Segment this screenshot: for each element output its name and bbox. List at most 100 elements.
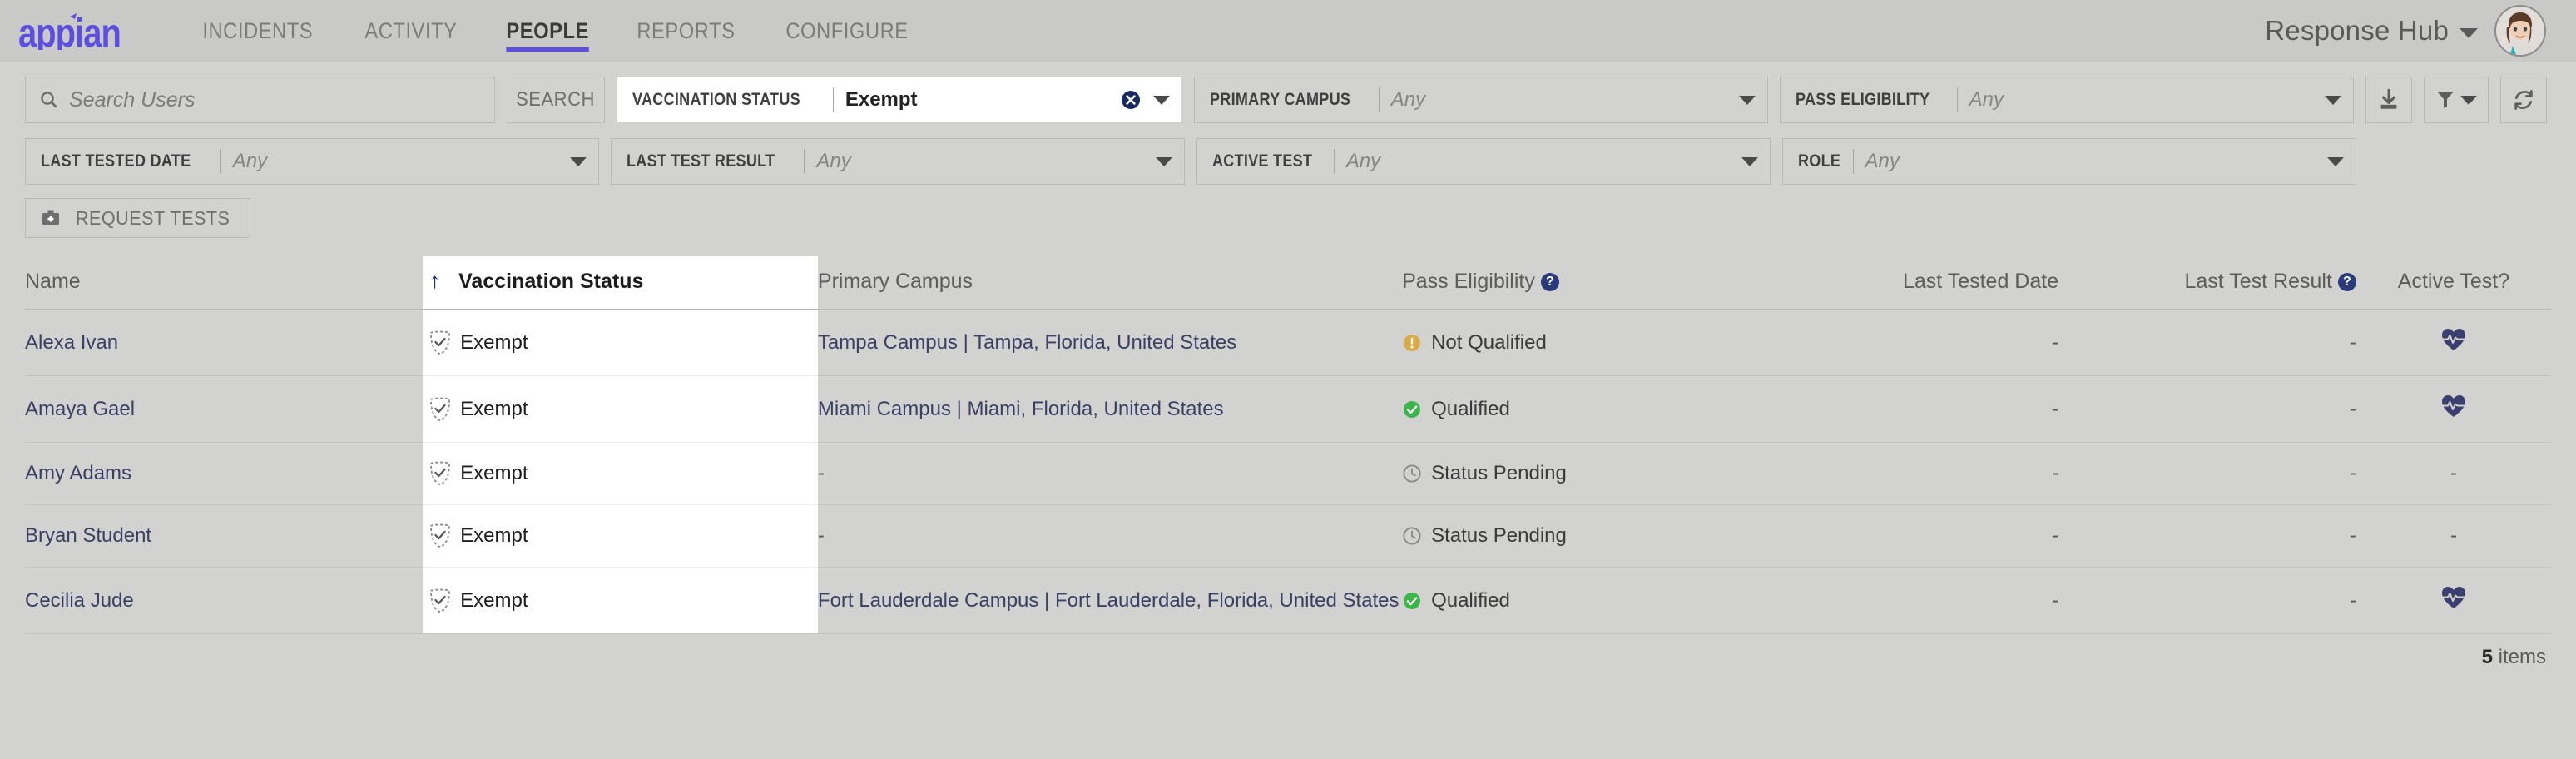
item-count-number: 5 [2481,646,2493,668]
heart-pulse-icon [2440,395,2467,417]
cell-last-test-result: - [2058,567,2356,634]
cell-name[interactable]: Bryan Student [25,504,424,568]
cell-name[interactable]: Amy Adams [25,442,424,505]
cell-primary-campus[interactable]: Tampa Campus | Tampa, Florida, United St… [817,309,1403,376]
vaccination-status-label: Exempt [460,397,528,420]
cell-pass-eligibility: Not Qualified [1402,309,1720,376]
cell-last-test-result: - [2058,442,2356,505]
filter-last-test-result[interactable]: LAST TEST RESULT Any [611,138,1185,185]
nav-item-people[interactable]: PEOPLE [490,0,605,62]
search-button[interactable]: SEARCH [507,77,605,123]
item-count-label: items [2498,646,2546,668]
shield-check-dashed-icon [430,523,451,548]
appian-logo[interactable]: appian [18,9,151,52]
filter-label: LAST TEST RESULT [627,151,775,171]
filter-last-tested-date[interactable]: LAST TESTED DATE Any [25,138,599,185]
chevron-down-icon[interactable] [2327,156,2344,166]
vaccination-status-label: Exempt [460,524,528,547]
export-button[interactable] [2365,77,2412,123]
filter-value: Any [1390,88,1426,111]
clear-filter-icon[interactable] [1120,89,1142,111]
filter-pass-eligibility[interactable]: PASS ELIGIBILITY Any [1780,77,2354,123]
cell-last-test-result: - [2058,375,2356,443]
chevron-down-icon[interactable] [1739,95,1756,105]
table-row: Alexa Ivan Exempt Tampa Campus | Tampa, … [25,309,2551,376]
avatar[interactable] [2494,5,2546,57]
cell-name[interactable]: Alexa Ivan [25,309,424,376]
cell-primary-campus[interactable]: Miami Campus | Miami, Florida, United St… [817,375,1403,443]
nav-item-incidents[interactable]: INCIDENTS [186,0,329,62]
actions-row: REQUEST TESTS [25,198,2551,238]
top-navigation-bar: appian INCIDENTS ACTIVITY PEOPLE REPORTS… [0,0,2576,62]
cell-primary-campus: - [817,442,1403,505]
vaccination-status-label: Exempt [460,330,528,354]
filter-value: Any [232,150,268,172]
hub-name-label: Response Hub [2265,15,2449,46]
cell-last-test-result: - [2058,504,2356,568]
column-header-last-tested-date[interactable]: Last Tested Date [1719,256,2058,310]
search-input[interactable]: Search Users [25,77,495,123]
cell-last-test-result: - [2058,309,2356,376]
nav-item-configure[interactable]: CONFIGURE [770,0,924,62]
vaccination-status-label: Exempt [460,462,528,484]
chevron-down-icon[interactable] [1156,156,1172,166]
filter-value: Any [1865,150,1900,172]
nav-item-activity[interactable]: ACTIVITY [349,0,473,62]
filter-value: Any [1345,150,1381,172]
filter-label: LAST TESTED DATE [41,151,191,171]
warning-icon [1404,334,1421,351]
column-header-name[interactable]: Name [25,256,423,310]
column-header-primary-campus[interactable]: Primary Campus [818,256,1402,310]
chevron-down-icon[interactable] [2325,95,2341,105]
chevron-down-icon[interactable] [1741,156,1758,166]
download-icon [2380,88,2397,109]
table-body: Alexa Ivan Exempt Tampa Campus | Tampa, … [25,309,2551,634]
main-nav: INCIDENTS ACTIVITY PEOPLE REPORTS CONFIG… [186,0,945,62]
nav-item-reports[interactable]: REPORTS [621,0,751,62]
people-table: Name ↑ Vaccination Status Primary Campus … [25,256,2551,634]
search-placeholder: Search Users [69,87,196,112]
column-header-active-test[interactable]: Active Test? [2356,256,2551,310]
pass-eligibility-label: Qualified [1431,397,1510,420]
filter-label: PASS ELIGIBILITY [1796,90,1930,109]
cell-last-tested-date: - [1719,567,2059,634]
filter-primary-campus[interactable]: PRIMARY CAMPUS Any [1194,77,1768,123]
filter-value: Any [1969,88,2004,111]
help-icon[interactable]: ? [1540,273,1559,291]
cell-name[interactable]: Amaya Gael [25,375,424,443]
shield-check-dashed-icon [430,588,451,613]
cell-active-test [2356,375,2551,443]
column-header-vaccination-status[interactable]: ↑ Vaccination Status [423,256,818,310]
user-area: Response Hub [2265,5,2546,57]
divider [1333,149,1335,174]
cell-name[interactable]: Cecilia Jude [25,567,424,634]
cell-vaccination-status: Exempt [423,442,818,505]
help-icon[interactable]: ? [2337,273,2356,291]
chevron-down-icon [2460,27,2478,38]
cell-active-test: - [2356,504,2551,568]
cell-primary-campus: - [817,504,1403,568]
filter-menu-button[interactable] [2424,77,2489,123]
column-header-pass-eligibility[interactable]: Pass Eligibility? [1402,256,1719,310]
cell-vaccination-status: Exempt [423,504,818,568]
chevron-down-icon[interactable] [1153,95,1170,105]
chevron-down-icon[interactable] [570,156,587,166]
hub-menu[interactable]: Response Hub [2265,15,2478,47]
medical-kit-icon [42,210,59,225]
divider [1852,149,1854,174]
filter-active-test[interactable]: ACTIVE TEST Any [1196,138,1771,185]
divider [220,149,221,174]
divider [1378,87,1380,112]
cell-primary-campus[interactable]: Fort Lauderdale Campus | Fort Lauderdale… [817,567,1403,634]
item-count: 5 items [25,634,2551,669]
search-icon [41,92,57,108]
column-header-last-test-result[interactable]: Last Test Result? [2058,256,2356,310]
refresh-button[interactable] [2500,77,2547,123]
filter-label: ACTIVE TEST [1212,151,1313,171]
sort-asc-icon: ↑ [429,268,441,293]
cell-vaccination-status: Exempt [423,567,818,634]
filter-role[interactable]: ROLE Any [1782,138,2356,185]
divider [1956,87,1958,112]
filter-vaccination-status[interactable]: VACCINATION STATUS Exempt [617,77,1182,123]
request-tests-button[interactable]: REQUEST TESTS [25,198,251,238]
